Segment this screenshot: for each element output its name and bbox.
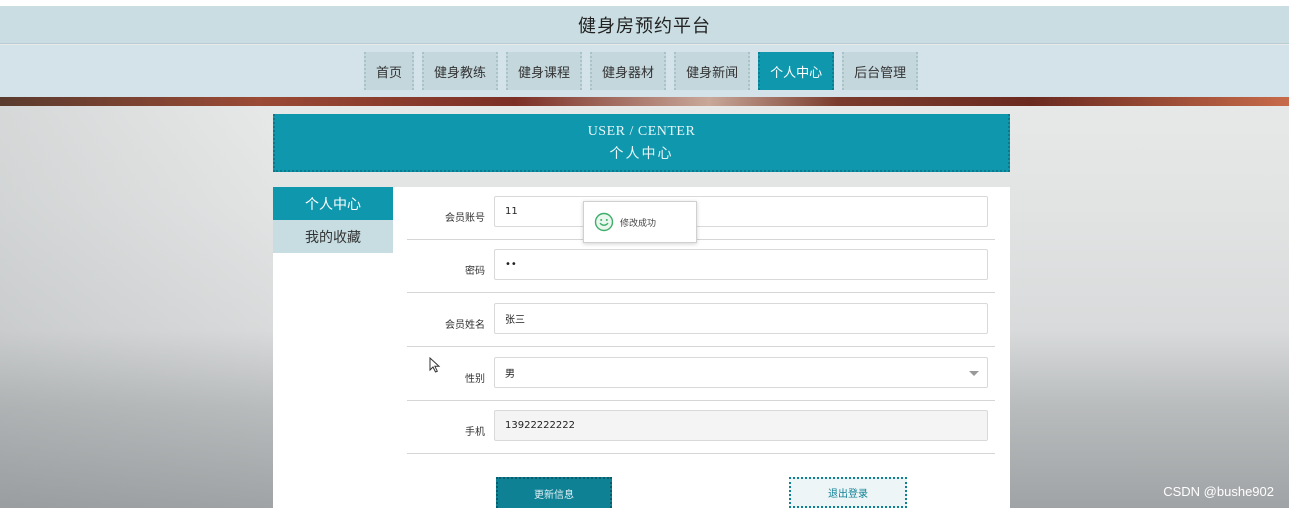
gender-select-value: 男 (505, 369, 515, 380)
banner-image-strip (0, 97, 1289, 106)
account-input[interactable]: 11 (494, 196, 988, 227)
form-row-password: 密码 •• (407, 240, 995, 293)
profile-form-panel: 会员账号 11 密码 •• 会员姓名 张三 性别 男 手机 1392222222… (393, 187, 1010, 508)
success-toast: 修改成功 (583, 201, 697, 243)
update-info-button[interactable]: 更新信息 (496, 477, 612, 508)
phone-input[interactable]: 13922222222 (494, 410, 988, 441)
smile-icon (594, 212, 614, 232)
mouse-cursor-icon (429, 357, 441, 373)
sidebar: 个人中心 我的收藏 (273, 187, 393, 508)
form-row-gender: 性别 男 (407, 348, 995, 401)
name-input[interactable]: 张三 (494, 303, 988, 334)
watermark-text: CSDN @bushe902 (1163, 484, 1274, 499)
chevron-down-icon (969, 371, 979, 376)
background-shade (0, 98, 273, 508)
nav-item-courses[interactable]: 健身课程 (506, 52, 583, 90)
logout-button[interactable]: 退出登录 (789, 477, 907, 508)
site-title: 健身房预约平台 (578, 15, 711, 37)
page-title-en: USER / CENTER (587, 124, 696, 139)
gender-label: 性别 (465, 374, 485, 385)
nav-list: 首页 健身教练 健身课程 健身器材 健身新闻 个人中心 后台管理 (364, 52, 919, 90)
nav-item-equipment[interactable]: 健身器材 (590, 52, 667, 90)
sidebar-item-favorites[interactable]: 我的收藏 (273, 220, 393, 253)
name-label: 会员姓名 (445, 320, 485, 331)
password-input[interactable]: •• (494, 249, 988, 280)
nav-item-user-center[interactable]: 个人中心 (758, 52, 835, 90)
nav-item-admin[interactable]: 后台管理 (842, 52, 919, 90)
form-row-phone: 手机 13922222222 (407, 401, 995, 454)
page-title-cn: 个人中心 (609, 147, 674, 162)
form-row-name: 会员姓名 张三 (407, 294, 995, 347)
site-header: 健身房预约平台 (0, 6, 1289, 44)
account-label: 会员账号 (445, 213, 485, 224)
page-title-banner: USER / CENTER 个人中心 (273, 114, 1010, 172)
gender-select[interactable]: 男 (494, 357, 988, 388)
toast-message: 修改成功 (620, 218, 657, 229)
form-row-account: 会员账号 11 (407, 187, 995, 240)
main-nav: 首页 健身教练 健身课程 健身器材 健身新闻 个人中心 后台管理 (0, 45, 1289, 97)
nav-item-coaches[interactable]: 健身教练 (422, 52, 499, 90)
nav-item-news[interactable]: 健身新闻 (674, 52, 751, 90)
sidebar-item-user-center[interactable]: 个人中心 (273, 187, 393, 220)
phone-label: 手机 (465, 427, 485, 438)
password-label: 密码 (465, 266, 485, 277)
nav-item-home[interactable]: 首页 (364, 52, 415, 90)
